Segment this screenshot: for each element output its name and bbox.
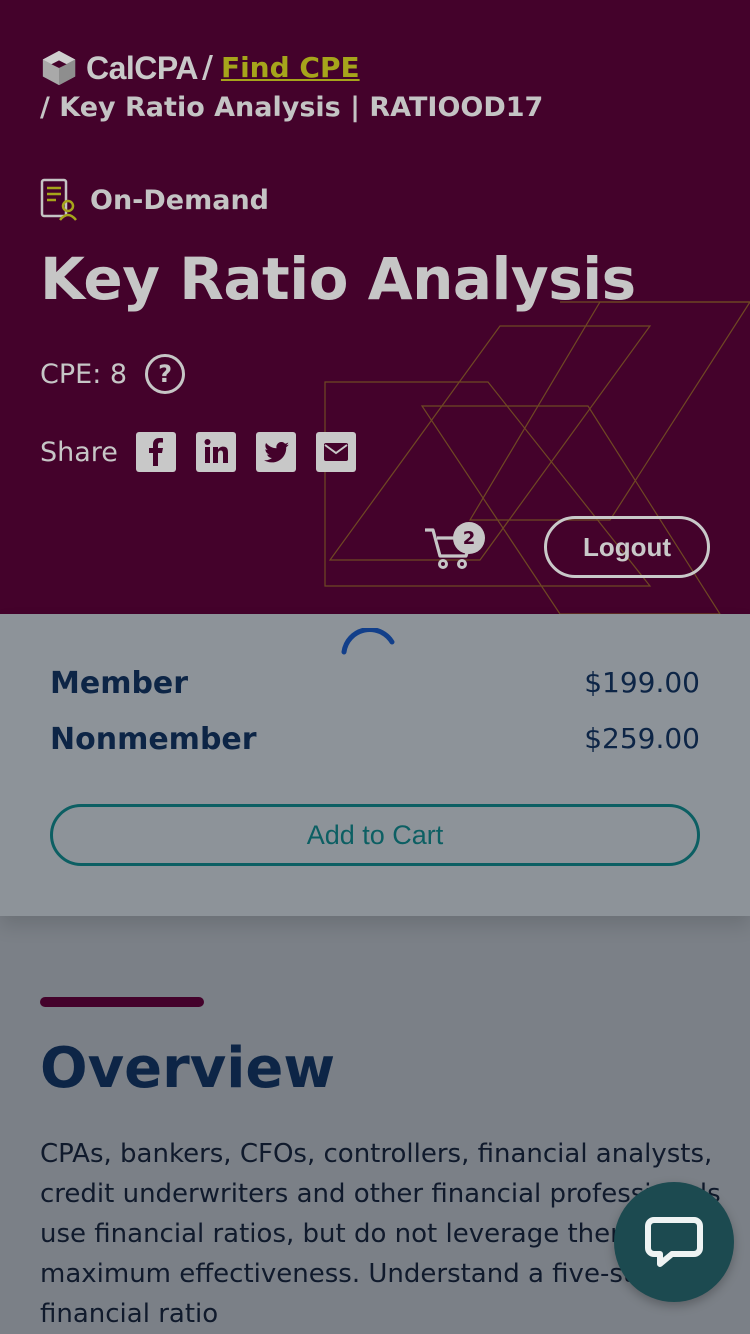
- price-name: Nonmember: [50, 722, 257, 757]
- twitter-icon[interactable]: [255, 432, 296, 472]
- brand-name[interactable]: CalCPA: [86, 48, 198, 88]
- add-to-cart-button[interactable]: Add to Cart: [50, 804, 700, 866]
- on-demand-icon: [40, 178, 77, 221]
- breadcrumb-current: / Key Ratio Analysis | RATIOOD17: [40, 92, 544, 123]
- linkedin-icon[interactable]: [195, 432, 236, 472]
- course-header: CalCPA / Find CPE / Key Ratio Analysis |…: [0, 0, 750, 614]
- chat-bubble-icon: [645, 1217, 703, 1267]
- format-label: On-Demand: [90, 184, 270, 216]
- facebook-icon[interactable]: [135, 432, 176, 472]
- price-name: Member: [50, 666, 189, 701]
- calcpa-logo-icon[interactable]: [40, 49, 78, 87]
- share-bar: Share: [40, 432, 376, 472]
- cpe-credits: CPE: 8 ?: [40, 354, 186, 394]
- cart-count-badge: 2: [453, 522, 485, 554]
- overview-heading: Overview: [40, 1036, 336, 1101]
- share-label: Share: [40, 436, 118, 468]
- breadcrumb-link-find-cpe[interactable]: Find CPE: [221, 48, 360, 88]
- course-format: On-Demand: [40, 178, 269, 222]
- price-row-nonmember: Nonmember $259.00: [50, 722, 700, 757]
- help-icon[interactable]: ?: [145, 354, 186, 394]
- section-accent-bar: [40, 997, 204, 1007]
- chat-button[interactable]: [614, 1182, 734, 1302]
- logout-button[interactable]: Logout: [544, 516, 710, 578]
- breadcrumb-separator: /: [201, 50, 213, 85]
- page-title: Key Ratio Analysis: [40, 245, 636, 313]
- cpe-label: CPE: 8: [40, 358, 128, 390]
- breadcrumb: CalCPA / Find CPE / Key Ratio Analysis |…: [40, 48, 720, 128]
- price-value: $199.00: [584, 666, 700, 699]
- price-row-member: Member $199.00: [50, 666, 700, 701]
- price-value: $259.00: [584, 722, 700, 755]
- email-icon[interactable]: [315, 432, 356, 472]
